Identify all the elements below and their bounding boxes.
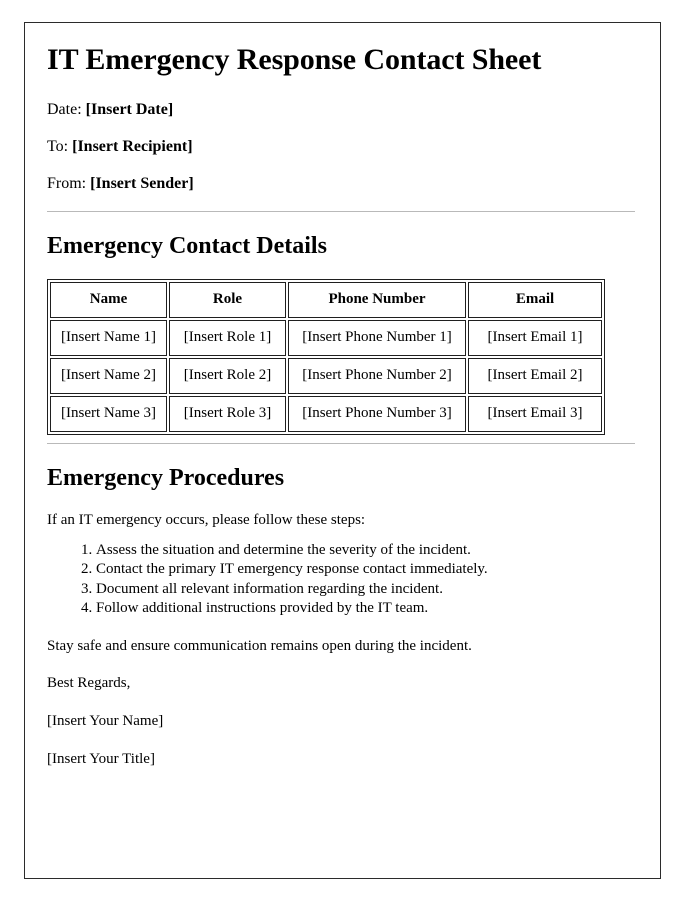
procedure-steps-list: Assess the situation and determine the s… (47, 541, 634, 617)
document-body: IT Emergency Response Contact Sheet Date… (47, 43, 635, 769)
procedures-intro: If an IT emergency occurs, please follow… (47, 511, 366, 528)
procedures-heading: Emergency Procedures (47, 464, 285, 491)
column-header-phone: Phone Number (288, 281, 466, 318)
column-header-role: Role (169, 281, 286, 318)
date-value: [Insert Date] (85, 100, 174, 118)
list-item: Contact the primary IT emergency respons… (96, 560, 634, 579)
table-header-row: Name Role Phone Number Email (50, 281, 602, 318)
signature-title: [Insert Your Title] (47, 750, 155, 767)
cell-phone: [Insert Phone Number 1] (288, 319, 466, 356)
cell-phone: [Insert Phone Number 3] (288, 395, 466, 432)
cell-role: [Insert Role 2] (169, 357, 286, 394)
page-title: IT Emergency Response Contact Sheet (47, 43, 542, 76)
list-item: Assess the situation and determine the s… (96, 541, 634, 560)
from-label: From: (47, 174, 87, 192)
meta-line-from: From: [Insert Sender] (47, 174, 634, 193)
meta-line-to: To: [Insert Recipient] (47, 137, 634, 156)
table-row: [Insert Name 2] [Insert Role 2] [Insert … (50, 357, 602, 394)
section-divider-top (47, 211, 635, 213)
safety-note: Stay safe and ensure communication remai… (47, 637, 472, 654)
cell-name: [Insert Name 3] (50, 395, 167, 432)
cell-email: [Insert Email 2] (468, 357, 602, 394)
document-page: IT Emergency Response Contact Sheet Date… (24, 22, 661, 879)
list-item: Follow additional instructions provided … (96, 599, 634, 618)
cell-role: [Insert Role 3] (169, 395, 286, 432)
table-row: [Insert Name 3] [Insert Role 3] [Insert … (50, 395, 602, 432)
to-label: To: (47, 137, 69, 155)
cell-email: [Insert Email 1] (468, 319, 602, 356)
meta-line-date: Date: [Insert Date] (47, 100, 634, 119)
cell-phone: [Insert Phone Number 2] (288, 357, 466, 394)
table-row: [Insert Name 1] [Insert Role 1] [Insert … (50, 319, 602, 356)
emergency-contact-table: Name Role Phone Number Email [Insert Nam… (47, 278, 605, 435)
contact-details-heading: Emergency Contact Details (47, 233, 327, 260)
to-value: [Insert Recipient] (72, 137, 193, 155)
cell-name: [Insert Name 2] (50, 357, 167, 394)
from-value: [Insert Sender] (90, 174, 194, 192)
cell-role: [Insert Role 1] (169, 319, 286, 356)
closing-salutation: Best Regards, (47, 675, 131, 692)
contact-table-head: Name Role Phone Number Email (50, 281, 602, 318)
list-item: Document all relevant information regard… (96, 580, 634, 599)
signature-name: [Insert Your Name] (47, 713, 164, 730)
cell-email: [Insert Email 3] (468, 395, 602, 432)
column-header-email: Email (468, 281, 602, 318)
column-header-name: Name (50, 281, 167, 318)
cell-name: [Insert Name 1] (50, 319, 167, 356)
contact-table-body: [Insert Name 1] [Insert Role 1] [Insert … (50, 319, 602, 432)
section-divider-bottom (47, 442, 635, 444)
date-label: Date: (47, 100, 82, 118)
